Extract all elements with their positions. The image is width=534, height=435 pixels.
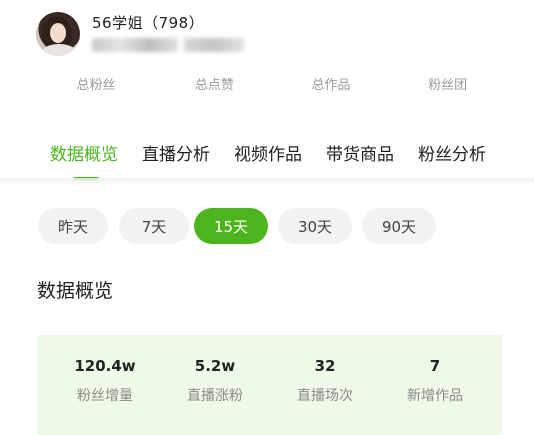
- tab-bar: 数据概览 直播分析 视频作品 带货商品 粉丝分析: [0, 128, 534, 180]
- metric-fan-increase: 120.4w 粉丝增量: [50, 357, 160, 405]
- stat-total-fans[interactable]: 总粉丝: [36, 74, 156, 93]
- metric-live-sessions: 32 直播场次: [270, 357, 380, 405]
- tab-data-overview[interactable]: 数据概览: [50, 140, 118, 165]
- tab-video-works[interactable]: 视频作品: [234, 140, 302, 165]
- avatar-clothing: [42, 44, 76, 56]
- overview-panel: 120.4w 粉丝增量 5.2w 直播涨粉 32 直播场次 7 新增作品: [37, 335, 502, 435]
- section-title: 数据概览: [37, 280, 114, 302]
- metric-value: 120.4w: [74, 357, 136, 375]
- stats-row: 总粉丝 总点赞 总作品 粉丝团: [36, 74, 506, 93]
- stat-total-likes[interactable]: 总点赞: [156, 74, 273, 93]
- metric-value: 7: [429, 357, 441, 375]
- range-15-days[interactable]: 15天: [194, 208, 268, 244]
- tab-bar-shadow: [0, 178, 534, 186]
- metric-value: 32: [314, 357, 336, 375]
- range-7-days[interactable]: 7天: [119, 208, 189, 244]
- avatar[interactable]: [36, 12, 80, 56]
- avatar-face: [50, 23, 66, 43]
- metric-label: 新增作品: [407, 388, 463, 404]
- blurred-account-info: [184, 38, 244, 52]
- profile-name: 56学姐（798）: [92, 14, 205, 32]
- range-30-days[interactable]: 30天: [278, 208, 352, 244]
- tab-live-analysis[interactable]: 直播分析: [142, 140, 210, 165]
- metric-value: 5.2w: [194, 357, 236, 375]
- metric-label: 直播涨粉: [187, 388, 243, 404]
- blurred-account-id: [92, 38, 178, 52]
- range-90-days[interactable]: 90天: [362, 208, 436, 244]
- range-yesterday[interactable]: 昨天: [38, 208, 108, 244]
- profile-header: 56学姐（798）: [36, 12, 506, 56]
- tab-fan-analysis[interactable]: 粉丝分析: [418, 140, 486, 165]
- metric-label: 直播场次: [297, 388, 353, 404]
- tab-goods[interactable]: 带货商品: [326, 140, 394, 165]
- metric-new-works: 7 新增作品: [380, 357, 490, 405]
- metric-live-fan-gain: 5.2w 直播涨粉: [160, 357, 270, 405]
- metric-label: 粉丝增量: [77, 388, 133, 404]
- stat-fan-club[interactable]: 粉丝团: [389, 74, 506, 93]
- stat-total-works[interactable]: 总作品: [273, 74, 390, 93]
